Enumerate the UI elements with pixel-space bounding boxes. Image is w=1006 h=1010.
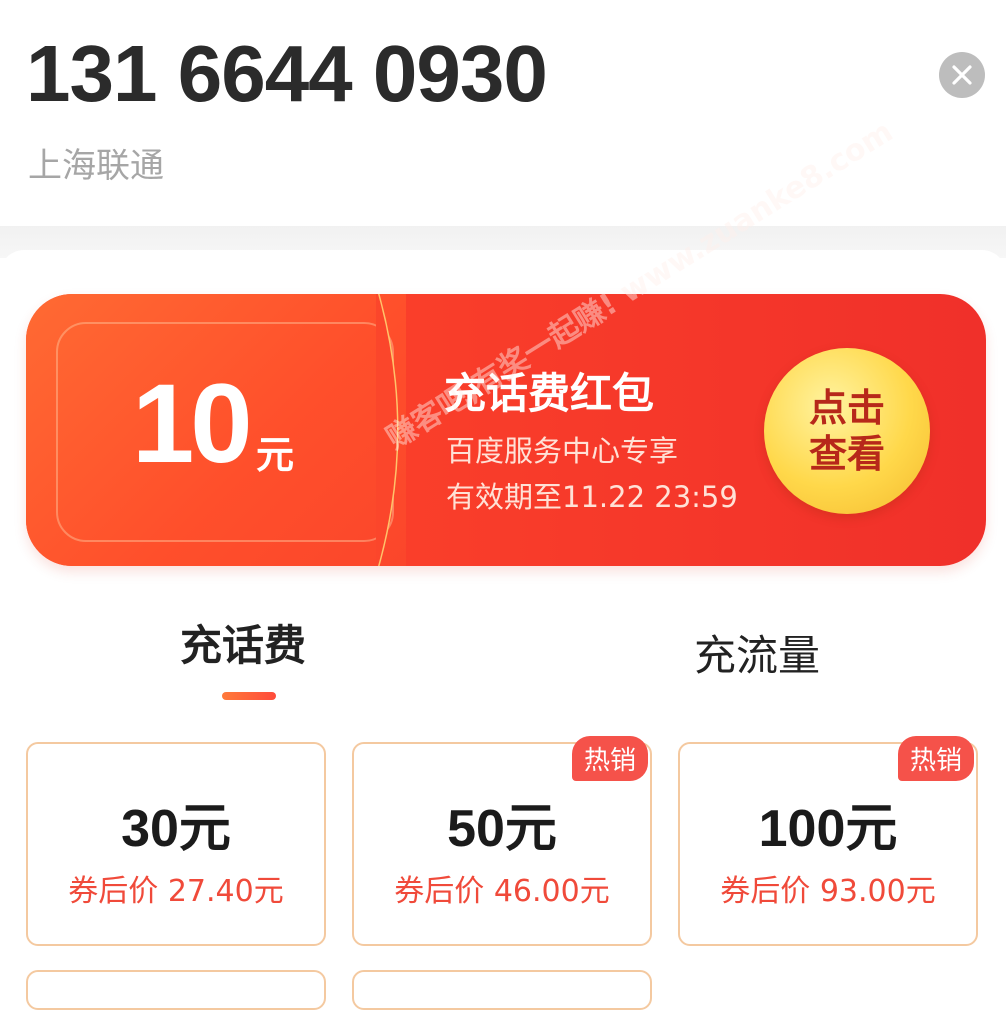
product-face-value: 100元 [758,800,898,858]
product-card-50[interactable]: 热销 50元 券后价 46.00元 [352,736,652,946]
coupon-amount-unit: 元 [256,433,295,477]
tab-recharge-credit[interactable]: 充话费 [180,612,306,673]
active-tab-indicator [222,692,276,700]
hot-sale-badge: 热销 [571,736,648,781]
product-card-next[interactable] [352,970,652,1010]
close-icon [952,65,972,85]
product-price: 券后价 93.00元 [720,874,936,909]
product-card-30[interactable]: 30元 券后价 27.40元 [26,742,326,946]
cta-label-line1: 点击 [808,386,885,430]
coupon-expiry: 有效期至11.22 23:59 [446,480,738,514]
cta-label-line2: 查看 [808,432,885,476]
tab-recharge-data[interactable]: 充流量 [694,622,820,683]
clear-button[interactable] [939,52,985,98]
product-price: 券后价 46.00元 [394,874,610,909]
coupon-scope: 百度服务中心专享 [446,434,679,468]
carrier-label: 上海联通 [28,146,164,186]
header: 131 6644 0930 上海联通 [0,0,1006,226]
product-card-next[interactable] [26,970,326,1010]
product-price: 券后价 27.40元 [68,874,284,909]
product-card-100[interactable]: 热销 100元 券后价 93.00元 [678,736,978,946]
view-coupon-button[interactable]: 点击 查看 [764,348,930,514]
product-face-value: 30元 [121,800,231,858]
product-face-value: 50元 [447,800,557,858]
coupon-amount: 10 [132,361,253,486]
hot-sale-badge: 热销 [897,736,974,781]
phone-number[interactable]: 131 6644 0930 [26,28,548,120]
